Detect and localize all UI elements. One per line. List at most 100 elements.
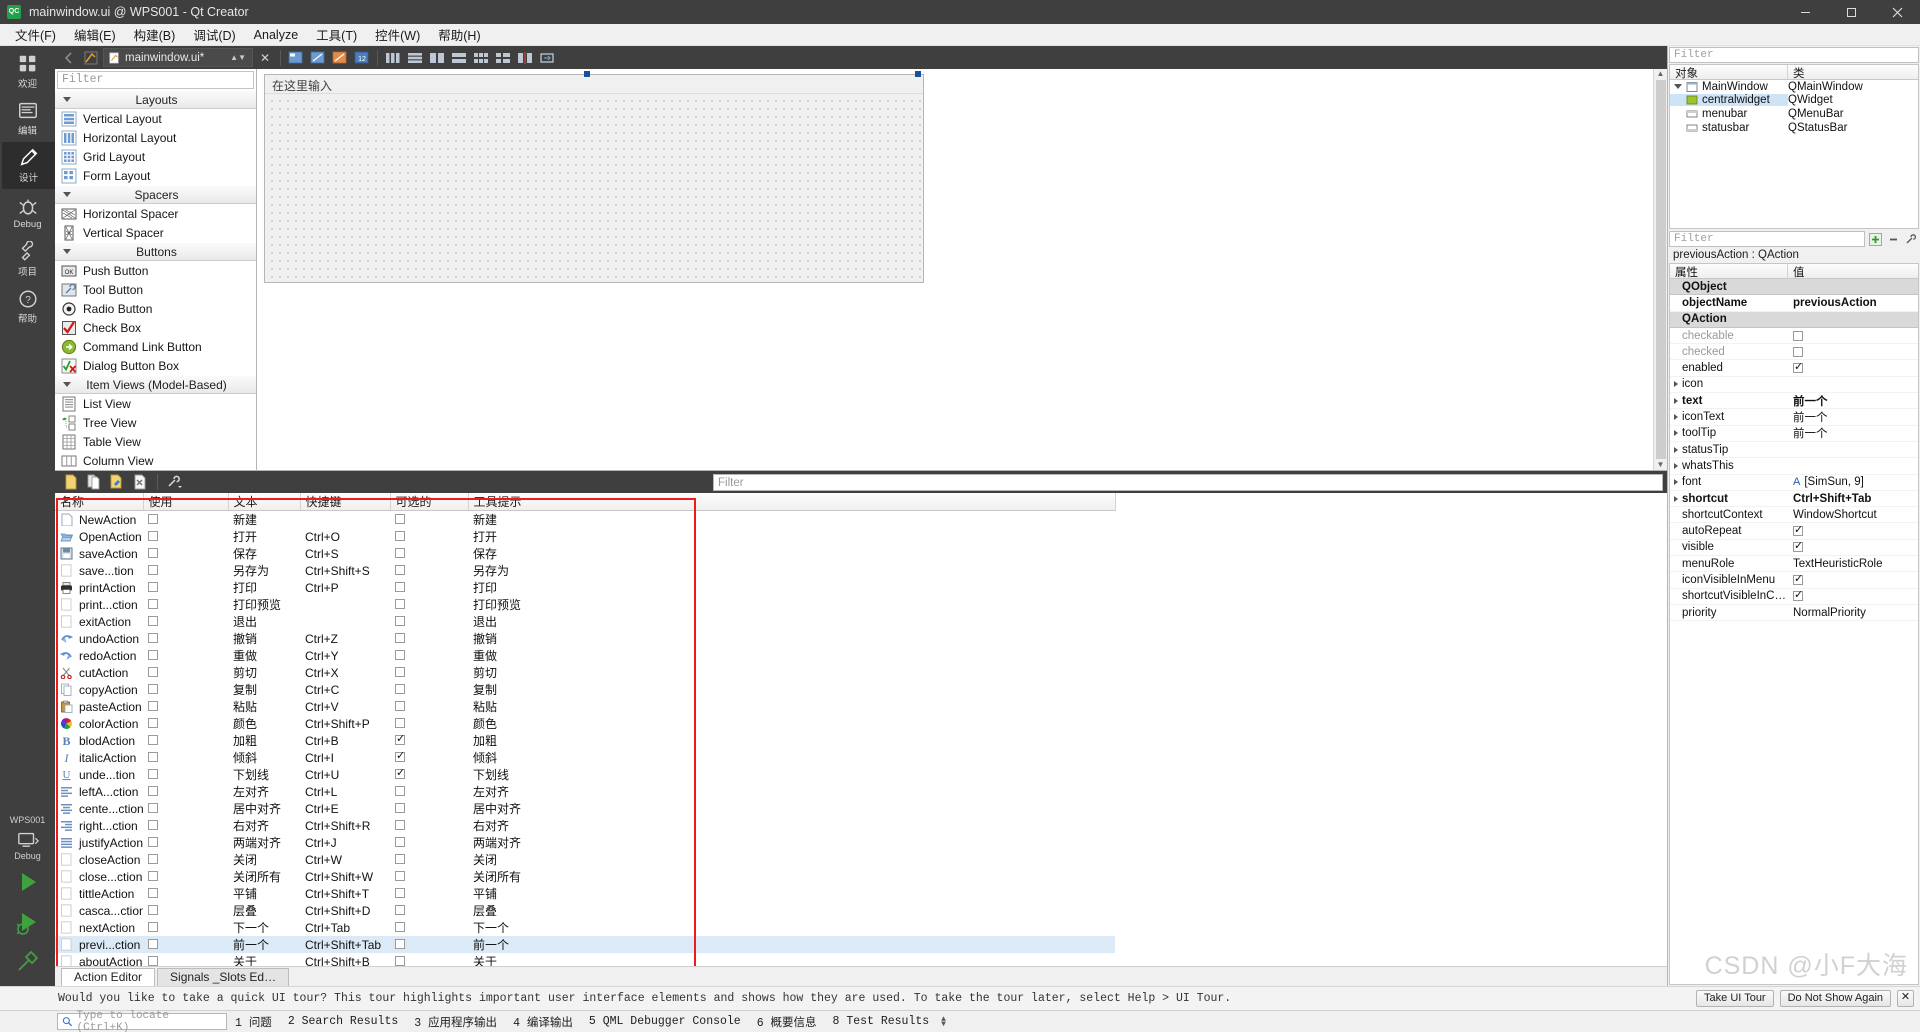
action-checkable-cell[interactable] [390, 613, 468, 630]
action-shortcut-cell[interactable]: Ctrl+Tab [300, 919, 390, 936]
action-text-cell[interactable]: 保存 [228, 545, 300, 562]
action-text-cell[interactable]: 剪切 [228, 664, 300, 681]
kit-selector[interactable]: WPS001 [0, 815, 55, 829]
property-checkbox[interactable] [1793, 346, 1803, 357]
action-used-cell[interactable] [143, 681, 228, 698]
menu-analyze[interactable]: Analyze [245, 26, 307, 44]
layout-grid-icon[interactable] [471, 48, 491, 67]
action-name-cell[interactable]: OpenAction [55, 528, 143, 545]
checkable-checkbox[interactable] [395, 700, 405, 711]
widget-check-box[interactable]: Check Box [55, 318, 256, 337]
edit-widgets-icon[interactable] [286, 48, 306, 67]
table-row[interactable]: nextAction 下一个 Ctrl+Tab 下一个 [55, 919, 1115, 936]
chevron-right-icon[interactable] [1674, 414, 1679, 421]
action-tooltip-cell[interactable]: 剪切 [468, 664, 1115, 681]
table-row[interactable]: colorAction 颜色 Ctrl+Shift+P 颜色 [55, 715, 1115, 732]
action-name-cell[interactable]: saveAction [55, 545, 143, 562]
table-row[interactable]: tittleAction 平铺 Ctrl+Shift+T 平铺 [55, 885, 1115, 902]
action-shortcut-cell[interactable]: Ctrl+Y [300, 647, 390, 664]
table-row[interactable]: close...ction 关闭所有 Ctrl+Shift+W 关闭所有 [55, 868, 1115, 885]
action-shortcut-cell[interactable]: Ctrl+O [300, 528, 390, 545]
checkable-checkbox[interactable] [395, 938, 405, 949]
action-shortcut-cell[interactable]: Ctrl+X [300, 664, 390, 681]
checkable-checkbox[interactable] [395, 887, 405, 898]
action-shortcut-cell[interactable]: Ctrl+Shift+Tab [300, 936, 390, 953]
chevron-right-icon[interactable] [1674, 430, 1679, 437]
widget-list-view[interactable]: List View [55, 394, 256, 413]
column-header-used[interactable]: 使用 [143, 493, 229, 511]
action-shortcut-cell[interactable]: Ctrl+Shift+R [300, 817, 390, 834]
mode-debug[interactable]: Debug [0, 189, 55, 236]
split-editor-icon[interactable] [81, 48, 101, 67]
action-used-cell[interactable] [143, 579, 228, 596]
action-used-cell[interactable] [143, 800, 228, 817]
action-tooltip-cell[interactable]: 加粗 [468, 732, 1115, 749]
action-used-cell[interactable] [143, 851, 228, 868]
widget-group-item-views[interactable]: Item Views (Model-Based) [55, 375, 256, 394]
action-checkable-cell[interactable] [390, 562, 468, 579]
action-checkable-cell[interactable] [390, 919, 468, 936]
widget-table-view[interactable]: Table View [55, 432, 256, 451]
action-name-cell[interactable]: casca...ction [55, 902, 143, 919]
property-editor-filter[interactable]: Filter [1669, 231, 1865, 247]
layout-splitter-vertical-icon[interactable] [449, 48, 469, 67]
used-checkbox[interactable] [148, 530, 158, 541]
property-checkbox[interactable] [1793, 330, 1803, 341]
menu-help[interactable]: 帮助(H) [429, 23, 489, 46]
open-file-selector[interactable]: mainwindow.ui* ▲▼ [103, 48, 253, 67]
checkable-checkbox[interactable] [395, 836, 405, 847]
layout-vertically-icon[interactable] [405, 48, 425, 67]
used-checkbox[interactable] [148, 547, 158, 558]
widget-group-layouts[interactable]: Layouts [55, 90, 256, 109]
output-pane-button[interactable]: 5 QML Debugger Console [581, 1015, 749, 1028]
chevron-right-icon[interactable] [1674, 397, 1679, 404]
locator-input[interactable]: Type to locate (Ctrl+K) [57, 1010, 227, 1032]
table-row[interactable]: previ...ction 前一个 Ctrl+Shift+Tab 前一个 [55, 936, 1115, 953]
output-pane-button[interactable]: 8 Test Results [825, 1015, 938, 1028]
action-checkable-cell[interactable] [390, 528, 468, 545]
action-used-cell[interactable] [143, 749, 228, 766]
property-checkbox[interactable] [1793, 542, 1803, 553]
action-tooltip-cell[interactable]: 粘贴 [468, 698, 1115, 715]
tab-signals-slots-editor[interactable]: Signals _Slots Ed… [157, 968, 290, 986]
used-checkbox[interactable] [148, 649, 158, 660]
action-checkable-cell[interactable] [390, 647, 468, 664]
checkable-checkbox[interactable] [395, 955, 405, 966]
table-row[interactable]: cutAction 剪切 Ctrl+X 剪切 [55, 664, 1115, 681]
used-checkbox[interactable] [148, 802, 158, 813]
checkable-checkbox[interactable] [395, 530, 405, 541]
action-tooltip-cell[interactable]: 平铺 [468, 885, 1115, 902]
table-row[interactable]: cente...ction 居中对齐 Ctrl+E 居中对齐 [55, 800, 1115, 817]
action-text-cell[interactable]: 打印 [228, 579, 300, 596]
action-tooltip-cell[interactable]: 退出 [468, 613, 1115, 630]
action-text-cell[interactable]: 左对齐 [228, 783, 300, 800]
object-inspector-row[interactable]: statusbar QStatusBar [1670, 121, 1918, 135]
action-checkable-cell[interactable] [390, 851, 468, 868]
action-used-cell[interactable] [143, 885, 228, 902]
scrollbar-thumb[interactable] [1655, 80, 1666, 459]
action-shortcut-cell[interactable]: Ctrl+Z [300, 630, 390, 647]
action-shortcut-cell[interactable] [300, 613, 390, 630]
edit-buddies-icon[interactable] [330, 48, 350, 67]
layout-splitter-horizontal-icon[interactable] [427, 48, 447, 67]
property-row[interactable]: whatsThis [1670, 458, 1918, 475]
menu-tools[interactable]: 工具(T) [307, 23, 366, 46]
checkable-checkbox[interactable] [395, 819, 405, 830]
action-checkable-cell[interactable] [390, 783, 468, 800]
configure-icon[interactable] [165, 473, 185, 492]
action-shortcut-cell[interactable]: Ctrl+V [300, 698, 390, 715]
widget-box-filter[interactable]: Filter [57, 71, 254, 89]
property-row[interactable]: shortcutContext WindowShortcut [1670, 507, 1918, 524]
action-used-cell[interactable] [143, 664, 228, 681]
action-used-cell[interactable] [143, 868, 228, 885]
used-checkbox[interactable] [148, 734, 158, 745]
delete-action-icon[interactable] [130, 473, 150, 492]
action-shortcut-cell[interactable]: Ctrl+S [300, 545, 390, 562]
checkable-checkbox[interactable] [395, 853, 405, 864]
action-name-cell[interactable]: exitAction [55, 613, 143, 630]
table-row[interactable]: redoAction 重做 Ctrl+Y 重做 [55, 647, 1115, 664]
action-tooltip-cell[interactable]: 两端对齐 [468, 834, 1115, 851]
action-text-cell[interactable]: 下划线 [228, 766, 300, 783]
take-ui-tour-button[interactable]: Take UI Tour [1696, 990, 1774, 1007]
copy-action-icon[interactable] [84, 473, 104, 492]
